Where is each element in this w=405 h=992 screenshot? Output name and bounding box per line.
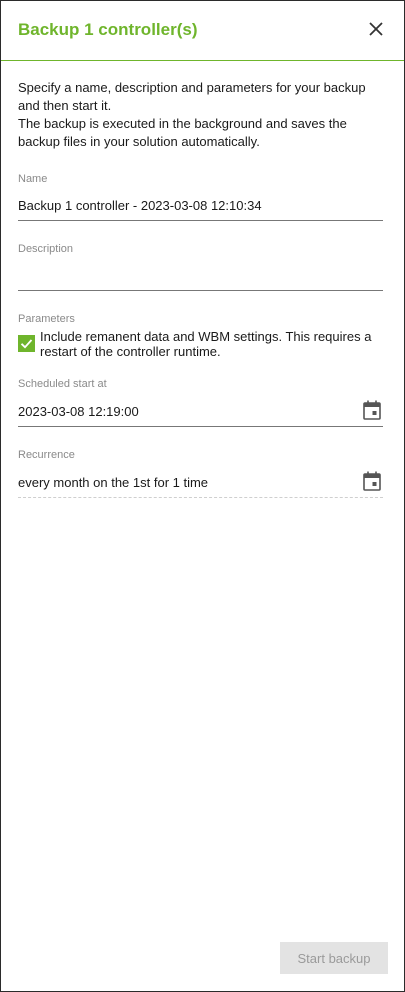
dialog-title: Backup 1 controller(s) [18, 20, 198, 39]
checkmark-icon [20, 339, 33, 349]
scheduled-start-input[interactable]: 2023-03-08 12:19:00 [18, 397, 383, 427]
backup-dialog: Backup 1 controller(s) Specify a name, d… [0, 0, 405, 992]
intro-line-1: Specify a name, description and paramete… [18, 80, 366, 113]
scheduled-start-value: 2023-03-08 12:19:00 [18, 404, 139, 419]
start-backup-button[interactable]: Start backup [280, 942, 388, 974]
description-input[interactable] [18, 261, 383, 291]
name-value: Backup 1 controller - 2023-03-08 12:10:3… [18, 198, 262, 213]
recurrence-input[interactable]: every month on the 1st for 1 time [18, 468, 383, 498]
name-input[interactable]: Backup 1 controller - 2023-03-08 12:10:3… [18, 191, 383, 221]
intro-text: Specify a name, description and paramete… [18, 79, 390, 151]
description-label: Description [18, 243, 74, 255]
calendar-icon[interactable] [363, 471, 381, 491]
recurrence-label: Recurrence [18, 449, 75, 461]
parameters-label: Parameters [18, 313, 75, 325]
intro-line-2: The backup is executed in the background… [18, 116, 347, 149]
recurrence-value: every month on the 1st for 1 time [18, 475, 209, 490]
dialog-header: Backup 1 controller(s) [1, 1, 404, 61]
remanent-data-checkbox[interactable] [18, 335, 35, 352]
remanent-data-label: Include remanent data and WBM settings. … [40, 329, 372, 359]
calendar-icon[interactable] [363, 400, 381, 420]
close-icon[interactable] [365, 18, 387, 40]
scheduled-start-label: Scheduled start at [18, 378, 107, 390]
name-label: Name [18, 173, 48, 185]
